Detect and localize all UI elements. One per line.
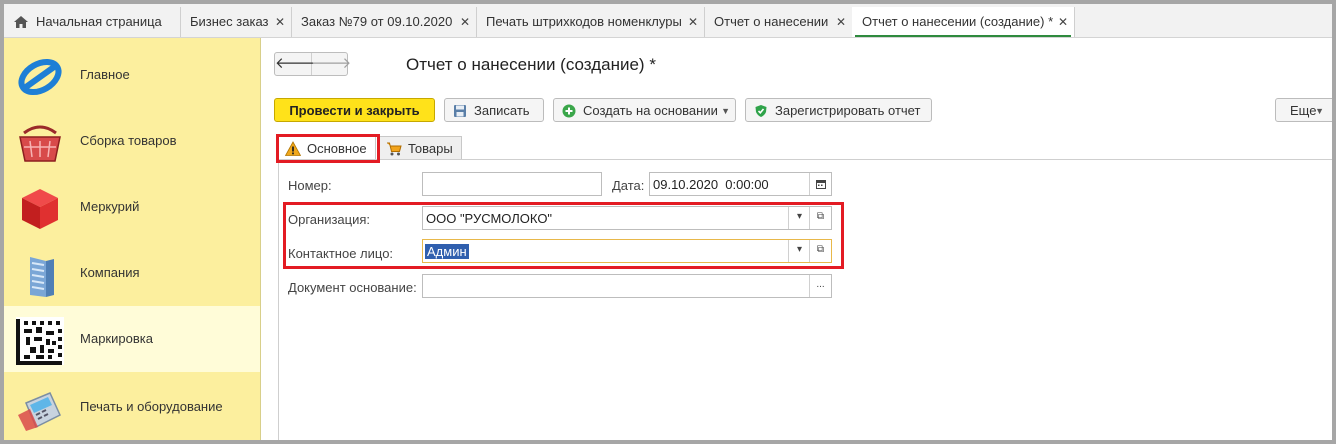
button-label: Провести и закрыть [289,103,420,118]
tab-label: Товары [408,141,453,156]
date-field[interactable]: 09.10.2020 0:00:00 [649,172,832,196]
sidebar-item-label: Главное [80,67,130,82]
calendar-icon[interactable] [809,173,831,195]
open-tabs-bar: Начальная страница Бизнес заказ ✕ Заказ … [4,4,1332,38]
tab-application-report-new[interactable]: Отчет о нанесении (создание) * ✕ [852,7,1075,37]
tab-label: Отчет о нанесении (создание) * [862,14,1054,29]
date-label: Дата: [612,178,645,193]
tab-label: Печать штрихкодов номенклуры [486,14,682,29]
tab-barcode-print[interactable]: Печать штрихкодов номенклуры ✕ [476,7,705,37]
button-label: Еще [1290,103,1317,118]
tab-label: Заказ №79 от 09.10.2020 [301,14,453,29]
close-icon[interactable]: ✕ [688,7,698,37]
chevron-down-icon: ▼ [721,106,730,116]
close-icon[interactable]: ✕ [1058,7,1068,37]
register-report-button[interactable]: Зарегистрировать отчет [745,98,932,122]
tab-order-79[interactable]: Заказ №79 от 09.10.2020 ✕ [291,7,477,37]
panel-border [278,159,279,440]
cube-icon [22,189,58,229]
date-value: 09.10.2020 0:00:00 [653,177,769,192]
sidebar-item-label: Сборка товаров [80,133,177,148]
save-button[interactable]: Записать [444,98,544,122]
plus-circle-icon [562,104,576,118]
tab-divider [278,159,1332,160]
tab-goods[interactable]: Товары [379,136,462,160]
sections-sidebar: Главное Сборка товаров Меркурий Компания… [4,38,261,440]
tab-home[interactable]: Начальная страница [4,7,181,37]
tab-label: Начальная страница [36,14,162,29]
sidebar-item-label: Компания [80,265,140,280]
button-label: Зарегистрировать отчет [775,103,921,118]
tab-application-report[interactable]: Отчет о нанесении ✕ [704,7,853,37]
application-window: Начальная страница Бизнес заказ ✕ Заказ … [0,0,1336,444]
close-icon[interactable]: ✕ [460,7,470,37]
post-and-close-button[interactable]: Провести и закрыть [274,98,435,122]
shield-check-icon [755,105,767,117]
terminal-icon [18,392,61,431]
base-document-field[interactable]: ... [422,274,832,298]
sidebar-item-printing[interactable]: Печать и оборудование [4,374,260,440]
more-button[interactable]: Еще ▼ [1275,98,1332,122]
close-icon[interactable]: ✕ [836,7,846,37]
tab-business-order[interactable]: Бизнес заказ ✕ [180,7,292,37]
back-arrow-icon[interactable]: 🡐 [275,53,315,75]
create-based-on-button[interactable]: Создать на основании ▼ [553,98,736,122]
document-form: 🡐 🡒 Отчет о нанесении (создание) * Прове… [261,38,1332,440]
cart-icon [387,142,402,156]
number-label: Номер: [288,178,332,193]
chevron-down-icon: ▼ [1315,106,1324,116]
home-icon [14,16,28,28]
sidebar-item-main[interactable]: Главное [4,42,260,108]
sidebar-item-label: Меркурий [80,199,140,214]
sidebar-item-label: Маркировка [80,331,153,346]
page-title: Отчет о нанесении (создание) * [406,55,656,74]
select-button[interactable]: ... [809,275,831,297]
main-icon [18,58,62,96]
history-navigation: 🡐 🡒 [274,52,351,76]
sidebar-item-company[interactable]: Компания [4,240,260,306]
sidebar-item-goods-assembly[interactable]: Сборка товаров [4,108,260,174]
button-label: Записать [474,103,530,118]
basket-icon [19,125,61,162]
tab-label: Отчет о нанесении [714,14,829,29]
floppy-disk-icon [454,105,466,117]
sidebar-item-label: Печать и оборудование [80,399,223,414]
sidebar-item-mercury[interactable]: Меркурий [4,174,260,240]
sidebar-item-marking[interactable]: Маркировка [4,306,260,372]
highlight-box-tab [276,134,380,163]
button-label: Создать на основании [583,103,718,118]
close-icon[interactable]: ✕ [275,7,285,37]
datamatrix-icon [16,317,64,365]
number-field[interactable] [422,172,602,196]
forward-arrow-icon[interactable]: 🡒 [311,53,351,75]
tab-label: Бизнес заказ [190,14,269,29]
base-document-label: Документ основание: [288,280,417,295]
highlight-box-fields [283,202,844,269]
building-icon [30,257,54,297]
